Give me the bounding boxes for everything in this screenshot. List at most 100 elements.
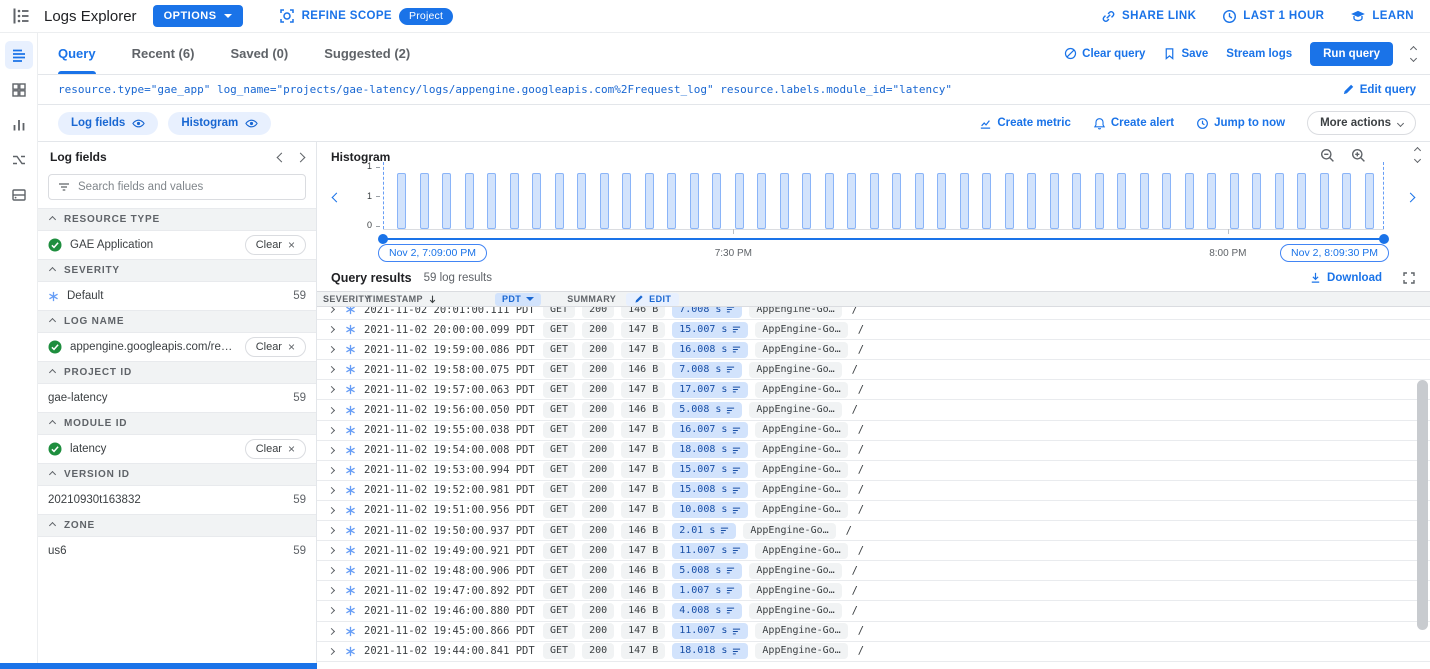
status-chip[interactable]: 200 xyxy=(582,322,614,338)
log-row[interactable]: 2021-11-02 20:00:00.099 PDTGET200147 B15… xyxy=(317,320,1430,340)
user-agent-chip[interactable]: AppEngine-Go… xyxy=(755,342,847,358)
jump-to-now-button[interactable]: Jump to now xyxy=(1196,117,1285,130)
user-agent-chip[interactable]: AppEngine-Go… xyxy=(755,442,847,458)
size-chip[interactable]: 147 B xyxy=(621,482,665,498)
user-agent-chip[interactable]: AppEngine-Go… xyxy=(743,523,835,539)
expand-row-chevron-icon[interactable] xyxy=(326,408,336,413)
log-row[interactable]: 2021-11-02 19:47:00.892 PDTGET200146 B1.… xyxy=(317,581,1430,601)
status-chip[interactable]: 200 xyxy=(582,482,614,498)
tab-saved-0[interactable]: Saved (0) xyxy=(230,33,288,74)
method-chip[interactable]: GET xyxy=(543,322,575,338)
log-fields-section-header[interactable]: SEVERITY xyxy=(38,259,316,282)
expand-row-chevron-icon[interactable] xyxy=(326,448,336,453)
method-chip[interactable]: GET xyxy=(543,603,575,619)
histogram-bar[interactable] xyxy=(1162,173,1171,229)
histogram-bar[interactable] xyxy=(1005,173,1014,229)
log-fields-search[interactable] xyxy=(48,174,306,200)
histogram-bar[interactable] xyxy=(577,173,586,229)
user-agent-chip[interactable]: AppEngine-Go… xyxy=(749,583,841,599)
histogram-bar[interactable] xyxy=(1027,173,1036,229)
status-chip[interactable]: 200 xyxy=(582,643,614,659)
learn-button[interactable]: LEARN xyxy=(1350,8,1414,24)
histogram-bar[interactable] xyxy=(532,173,541,229)
expand-row-chevron-icon[interactable] xyxy=(326,307,336,312)
histogram-bar[interactable] xyxy=(1275,173,1284,229)
timestamp-column-header[interactable]: TIMESTAMP xyxy=(367,294,495,305)
expand-row-chevron-icon[interactable] xyxy=(326,428,336,433)
user-agent-chip[interactable]: AppEngine-Go… xyxy=(749,362,841,378)
latency-chip[interactable]: 16.007 s xyxy=(672,422,748,438)
log-row[interactable]: 2021-11-02 19:45:00.866 PDTGET200147 B11… xyxy=(317,622,1430,642)
method-chip[interactable]: GET xyxy=(543,442,575,458)
histogram-bar[interactable] xyxy=(1207,173,1216,229)
status-chip[interactable]: 200 xyxy=(582,583,614,599)
create-alert-button[interactable]: Create alert xyxy=(1093,117,1174,130)
log-row[interactable]: 2021-11-02 19:49:00.921 PDTGET200147 B11… xyxy=(317,541,1430,561)
vertical-scrollbar[interactable] xyxy=(1417,380,1428,630)
time-range-button[interactable]: LAST 1 HOUR xyxy=(1222,9,1324,24)
latency-chip[interactable]: 7.008 s xyxy=(672,362,742,378)
share-link-button[interactable]: SHARE LINK xyxy=(1101,9,1196,24)
latency-chip[interactable]: 7.008 s xyxy=(672,307,742,318)
log-row[interactable]: 2021-11-02 19:56:00.050 PDTGET200146 B5.… xyxy=(317,400,1430,420)
latency-chip[interactable]: 18.018 s xyxy=(672,643,748,659)
collapse-panel-left-icon[interactable] xyxy=(277,152,287,162)
zoom-out-icon[interactable] xyxy=(1320,148,1335,163)
expand-row-chevron-icon[interactable] xyxy=(326,488,336,493)
histogram-bar[interactable] xyxy=(735,173,744,229)
latency-chip[interactable]: 5.008 s xyxy=(672,563,742,579)
clear-filter-button[interactable]: Clear× xyxy=(245,337,306,357)
save-query-button[interactable]: Save xyxy=(1163,47,1208,60)
size-chip[interactable]: 147 B xyxy=(621,342,665,358)
latency-chip[interactable]: 15.008 s xyxy=(672,482,748,498)
latency-chip[interactable]: 10.008 s xyxy=(672,502,748,518)
histogram-bar[interactable] xyxy=(465,173,474,229)
expand-row-chevron-icon[interactable] xyxy=(326,548,336,553)
log-fields-toggle-chip[interactable]: Log fields xyxy=(58,112,158,135)
histogram-bar[interactable] xyxy=(757,173,766,229)
status-chip[interactable]: 200 xyxy=(582,563,614,579)
histogram-bar[interactable] xyxy=(1297,173,1306,229)
method-chip[interactable]: GET xyxy=(543,623,575,639)
clear-filter-button[interactable]: Clear× xyxy=(245,235,306,255)
histogram-bar[interactable] xyxy=(510,173,519,229)
edit-summary-button[interactable]: EDIT xyxy=(626,293,679,306)
status-chip[interactable]: 200 xyxy=(582,342,614,358)
nav-logs-dashboard[interactable] xyxy=(5,76,33,104)
zoom-in-icon[interactable] xyxy=(1351,148,1366,163)
method-chip[interactable]: GET xyxy=(543,643,575,659)
status-chip[interactable]: 200 xyxy=(582,502,614,518)
histogram-bar[interactable] xyxy=(1252,173,1261,229)
log-fields-item[interactable]: gae-latency59 xyxy=(38,384,316,412)
size-chip[interactable]: 147 B xyxy=(621,643,665,659)
method-chip[interactable]: GET xyxy=(543,462,575,478)
latency-chip[interactable]: 1.007 s xyxy=(672,583,742,599)
histogram-bar[interactable] xyxy=(780,173,789,229)
edit-query-button[interactable]: Edit query xyxy=(1342,83,1416,96)
latency-chip[interactable]: 2.01 s xyxy=(672,523,736,539)
pan-right-arrow[interactable] xyxy=(1407,190,1414,204)
expand-row-chevron-icon[interactable] xyxy=(326,387,336,392)
log-fields-item[interactable]: latencyClear× xyxy=(38,435,316,463)
query-text[interactable]: resource.type="gae_app" log_name="projec… xyxy=(58,83,1326,96)
histogram-bar[interactable] xyxy=(1230,173,1239,229)
histogram-bar[interactable] xyxy=(1095,173,1104,229)
histogram-bar[interactable] xyxy=(847,173,856,229)
create-metric-button[interactable]: Create metric xyxy=(979,117,1071,130)
log-fields-section-header[interactable]: VERSION ID xyxy=(38,463,316,486)
user-agent-chip[interactable]: AppEngine-Go… xyxy=(755,482,847,498)
log-row[interactable]: 2021-11-02 19:53:00.994 PDTGET200147 B15… xyxy=(317,461,1430,481)
log-row[interactable]: 2021-11-02 19:50:00.937 PDTGET200146 B2.… xyxy=(317,521,1430,541)
histogram-bar[interactable] xyxy=(1342,173,1351,229)
histogram-bar[interactable] xyxy=(825,173,834,229)
latency-chip[interactable]: 11.007 s xyxy=(672,623,748,639)
histogram-bar[interactable] xyxy=(487,173,496,229)
log-fields-section-header[interactable]: RESOURCE TYPE xyxy=(38,208,316,231)
download-button[interactable]: Download xyxy=(1309,271,1382,284)
histogram-bar[interactable] xyxy=(420,173,429,229)
collapse-query-pane-control[interactable] xyxy=(1411,47,1416,61)
log-row[interactable]: 2021-11-02 19:44:00.841 PDTGET200147 B18… xyxy=(317,642,1430,662)
method-chip[interactable]: GET xyxy=(543,502,575,518)
log-fields-search-input[interactable] xyxy=(78,181,297,193)
log-fields-section-header[interactable]: LOG NAME xyxy=(38,310,316,333)
